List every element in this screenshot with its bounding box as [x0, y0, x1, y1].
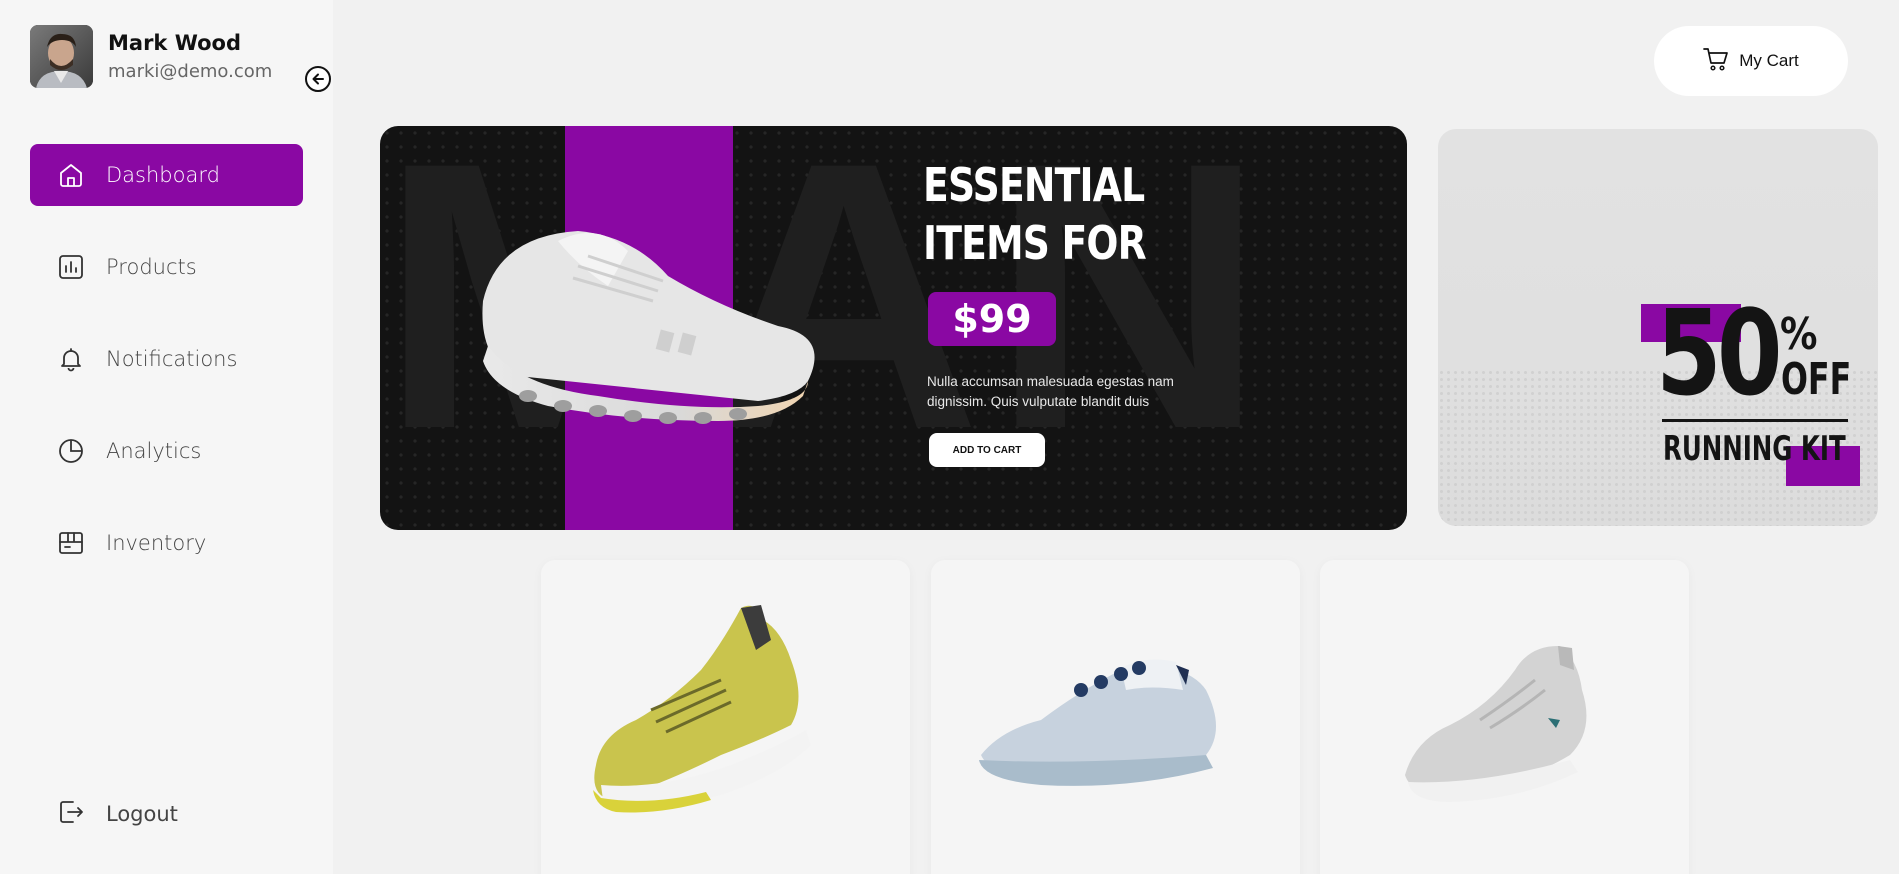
product-image [1405, 645, 1587, 802]
bell-icon [58, 346, 84, 372]
product-card[interactable] [541, 560, 910, 874]
promo-banner[interactable]: 50 % OFF RUNNING KIT [1438, 129, 1878, 526]
arrow-left-icon [312, 73, 324, 85]
sidebar-item-label: Analytics [106, 439, 202, 463]
logout-icon [58, 799, 84, 830]
avatar [30, 25, 93, 88]
hero-banner: MAN ESSENTIAL ITEMS FOR $99 Nulla accums… [380, 126, 1407, 530]
box-icon [58, 530, 84, 556]
promo-discount-number: 50 [1656, 284, 1783, 422]
user-name: Mark Wood [108, 31, 242, 55]
promo-divider [1662, 419, 1848, 422]
sidebar-item-analytics[interactable]: Analytics [30, 420, 303, 482]
sidebar-item-inventory[interactable]: Inventory [30, 512, 303, 574]
product-image [979, 659, 1216, 786]
sidebar-item-dashboard[interactable]: Dashboard [30, 144, 303, 206]
cart-icon [1703, 46, 1729, 77]
cart-label: My Cart [1739, 51, 1799, 70]
add-to-cart-button[interactable]: ADD TO CART [929, 433, 1045, 467]
sidebar: Mark Wood marki@demo.com Dashboard Produ… [0, 0, 333, 874]
price-badge: $99 [928, 292, 1056, 346]
bar-chart-icon [58, 254, 84, 280]
sidebar-item-products[interactable]: Products [30, 236, 303, 298]
product-image [593, 605, 811, 813]
my-cart-button[interactable]: My Cart [1654, 26, 1848, 96]
hero-title-line1: ESSENTIAL [923, 158, 1145, 212]
product-card[interactable] [931, 560, 1300, 874]
sidebar-item-label: Dashboard [106, 163, 220, 187]
collapse-sidebar-button[interactable] [305, 66, 331, 92]
user-profile: Mark Wood marki@demo.com [30, 25, 272, 88]
pie-chart-icon [58, 438, 84, 464]
hero-title: ESSENTIAL ITEMS FOR [923, 156, 1147, 272]
logout-button[interactable]: Logout [30, 783, 303, 845]
promo-tagline: RUNNING KIT [1663, 429, 1846, 469]
sidebar-item-label: Notifications [106, 347, 238, 371]
product-card[interactable] [1320, 560, 1689, 874]
user-email: marki@demo.com [108, 61, 273, 82]
hero-title-line2: ITEMS FOR [923, 216, 1147, 270]
promo-off: OFF [1781, 354, 1852, 405]
home-icon [58, 162, 84, 188]
hero-shoe-image [458, 196, 858, 451]
sidebar-item-label: Inventory [106, 531, 207, 555]
hero-description: Nulla accumsan malesuada egestas nam dig… [927, 374, 1174, 409]
sidebar-item-label: Products [106, 255, 197, 279]
logout-label: Logout [106, 802, 178, 826]
promo-percent: % [1780, 309, 1818, 360]
sidebar-nav: Dashboard Products Notifications Analyti… [30, 144, 303, 604]
sidebar-item-notifications[interactable]: Notifications [30, 328, 303, 390]
